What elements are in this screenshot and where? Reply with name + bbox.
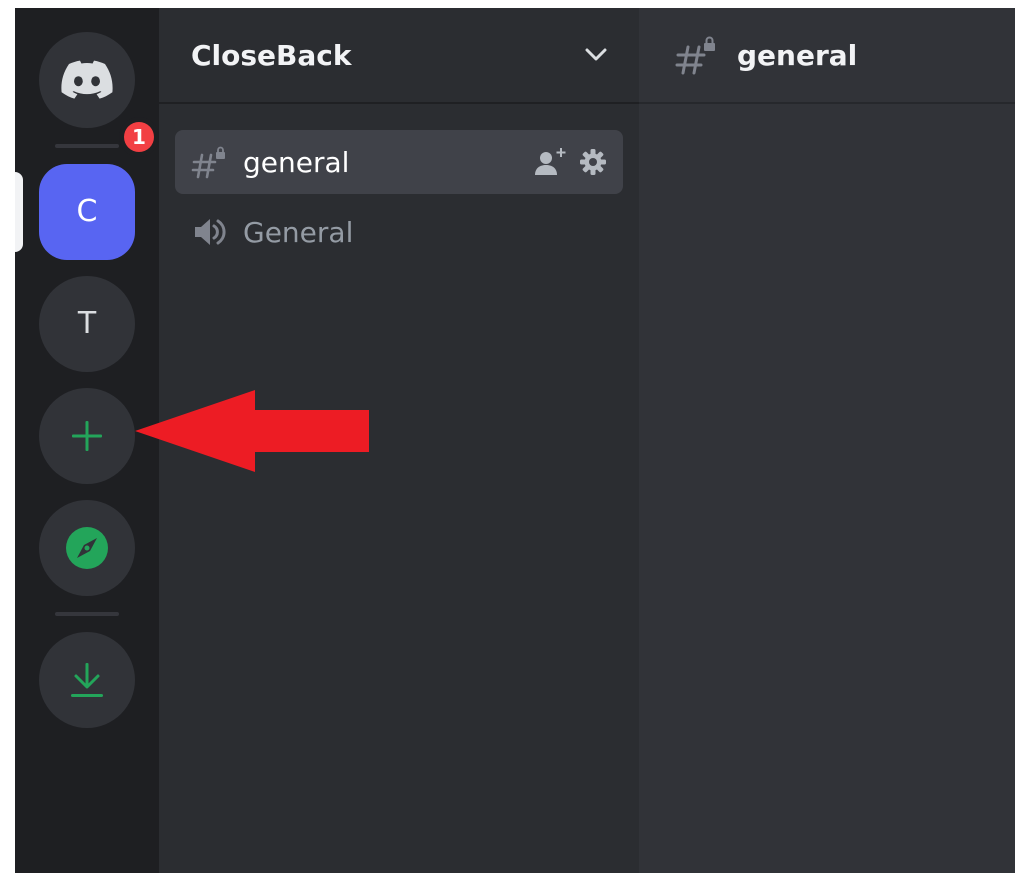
server-initial: T xyxy=(77,306,97,341)
gear-icon[interactable] xyxy=(579,148,607,176)
speaker-icon xyxy=(195,219,226,245)
guild-header[interactable]: CloseBack xyxy=(159,8,639,104)
download-apps-button[interactable] xyxy=(39,632,135,728)
home-button[interactable]: 1 xyxy=(39,32,159,157)
chevron-down-icon[interactable] xyxy=(585,48,607,62)
hashtag-lock-icon xyxy=(191,146,225,179)
channel-name: general xyxy=(243,145,350,179)
server-initial: C xyxy=(76,194,98,229)
hashtag-lock-icon xyxy=(675,36,715,75)
discord-logo-icon xyxy=(61,60,113,99)
rail-separator xyxy=(55,612,119,616)
explore-servers-button[interactable] xyxy=(39,500,135,596)
guild-name: CloseBack xyxy=(191,38,352,72)
download-icon xyxy=(71,663,103,697)
notification-count: 1 xyxy=(124,122,154,152)
notification-badge: 1 xyxy=(119,117,159,157)
selected-server-indicator xyxy=(15,172,23,252)
compass-icon xyxy=(66,527,108,569)
add-member-icon[interactable] xyxy=(535,148,567,176)
add-server-button[interactable] xyxy=(39,388,135,484)
rail-separator xyxy=(55,144,119,148)
annotation-arrow-icon xyxy=(135,390,369,472)
server-t-button[interactable]: T xyxy=(39,276,135,372)
channel-item-general-voice[interactable]: General xyxy=(175,200,623,264)
plus-icon xyxy=(72,421,102,451)
chat-header: general xyxy=(639,8,1015,104)
channel-actions xyxy=(535,148,607,176)
chat-channel-title: general xyxy=(737,38,858,72)
server-c-button[interactable]: C xyxy=(39,164,135,260)
channel-name: General xyxy=(243,215,354,249)
channel-item-general-text[interactable]: general xyxy=(175,130,623,194)
